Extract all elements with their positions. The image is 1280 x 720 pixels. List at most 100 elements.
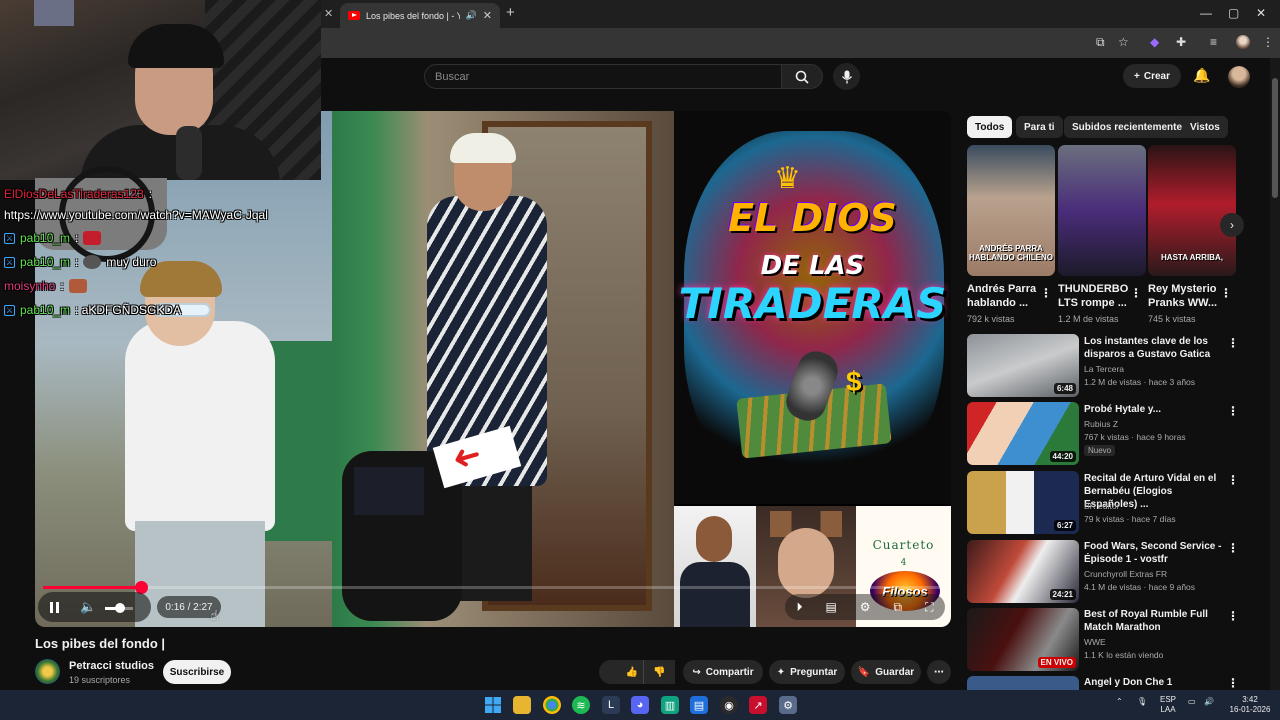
short-thumbnail[interactable]: ANDRÉS PARRA HABLANDO CHILENO: [967, 145, 1055, 276]
red-app-icon[interactable]: ↗: [749, 696, 767, 714]
short-title[interactable]: Andrés Parra hablando ...: [967, 282, 1037, 310]
rec-thumbnail[interactable]: 24:21: [967, 540, 1079, 603]
media-icon[interactable]: ≡: [1210, 35, 1217, 49]
video-player[interactable]: ♛ EL DIOS DE LAS TIRADERAS $ Cuarteto 4 …: [35, 111, 951, 627]
short-title[interactable]: Rey Mysterio Pranks WW...: [1148, 282, 1218, 310]
tab-audio-icon[interactable]: 🔊: [466, 10, 477, 21]
rec-channel[interactable]: BR editor: [1084, 501, 1119, 511]
close-previous-tab-icon[interactable]: ✕: [324, 7, 333, 20]
rec-menu-icon[interactable]: ⋮: [1227, 609, 1239, 623]
short-thumbnail[interactable]: HASTA ARRIBA,: [1148, 145, 1236, 276]
short-title[interactable]: THUNDERBO LTS rompe ...: [1058, 282, 1128, 310]
discord-icon[interactable]: ◕: [631, 696, 649, 714]
page-scrollbar[interactable]: [1270, 58, 1280, 690]
autoplay-toggle-icon[interactable]: ⏵: [796, 600, 802, 615]
file-explorer-icon[interactable]: [513, 696, 531, 714]
short-menu-icon[interactable]: ⋮: [1220, 286, 1232, 300]
chat-text: :: [75, 255, 79, 269]
browser-profile-icon[interactable]: [1236, 35, 1250, 49]
fullscreen-icon[interactable]: ⛶: [925, 600, 933, 615]
clock[interactable]: 3:42 16-01-2026: [1222, 695, 1278, 715]
star-icon[interactable]: ☆: [1118, 35, 1129, 49]
settings-gear-icon[interactable]: ⚙: [860, 600, 871, 614]
rec-channel[interactable]: La Tercera: [1084, 364, 1124, 374]
rec-menu-icon[interactable]: ⋮: [1227, 676, 1239, 690]
rec-thumbnail[interactable]: 44:20: [967, 402, 1079, 465]
language-indicator[interactable]: ESP LAA: [1160, 695, 1176, 715]
rec-title[interactable]: Probé Hytale y...: [1084, 403, 1224, 416]
dislike-button[interactable]: 👎: [643, 660, 675, 684]
search-button[interactable]: [781, 64, 823, 89]
cast-icon[interactable]: ⧉: [1096, 35, 1105, 50]
short-menu-icon[interactable]: ⋮: [1040, 286, 1052, 300]
restore-button[interactable]: ▢: [1228, 6, 1239, 20]
moderator-badge-icon: ⚔: [4, 232, 15, 244]
share-button[interactable]: ↪ Compartir: [683, 660, 763, 684]
rec-thumbnail[interactable]: [967, 676, 1079, 690]
rec-title[interactable]: Food Wars, Second Service - Épisode 1 - …: [1084, 540, 1224, 566]
account-avatar[interactable]: [1228, 66, 1250, 88]
tray-mic-icon[interactable]: 🎙: [1137, 697, 1147, 707]
create-button[interactable]: + Crear: [1123, 64, 1181, 88]
close-tab-icon[interactable]: ✕: [483, 9, 492, 22]
chrome-icon[interactable]: [543, 696, 561, 714]
rec-menu-icon[interactable]: ⋮: [1227, 541, 1239, 555]
audio-app-icon[interactable]: ▥: [661, 696, 679, 714]
browser-tab-youtube[interactable]: Los pibes del fondo | - YouTube 🔊 ✕: [340, 3, 500, 28]
volume-slider[interactable]: [105, 603, 133, 613]
spotify-icon[interactable]: ≋: [572, 696, 590, 714]
rec-menu-icon[interactable]: ⋮: [1227, 336, 1239, 350]
minimize-button[interactable]: —: [1200, 6, 1212, 20]
scrollbar-thumb[interactable]: [1272, 78, 1278, 198]
miniplayer-icon[interactable]: ⧉: [894, 600, 903, 615]
subtitles-icon[interactable]: ▤: [825, 600, 836, 614]
chip-watched[interactable]: Vistos: [1182, 116, 1228, 138]
rec-menu-icon[interactable]: ⋮: [1227, 473, 1239, 487]
channel-name[interactable]: Petracci studios: [69, 660, 154, 672]
notes-app-icon[interactable]: ▤: [690, 696, 708, 714]
voice-search-button[interactable]: [833, 63, 860, 90]
rec-channel[interactable]: WWE: [1084, 637, 1106, 647]
volume-icon[interactable]: 🔈: [80, 599, 96, 615]
rec-thumbnail[interactable]: 6:27: [967, 471, 1079, 534]
more-actions-button[interactable]: ⋯: [927, 660, 951, 684]
extension-icon[interactable]: ◆: [1150, 35, 1159, 49]
short-thumbnail[interactable]: [1058, 145, 1146, 276]
tray-chevron-icon[interactable]: ⌃: [1116, 697, 1123, 707]
tray-volume-icon[interactable]: 🔊: [1204, 697, 1214, 707]
search-input[interactable]: Buscar: [424, 64, 782, 89]
rec-title[interactable]: Angel y Don Che 1: [1084, 676, 1224, 689]
windows-start-icon[interactable]: [484, 696, 502, 714]
rec-menu-icon[interactable]: ⋮: [1227, 404, 1239, 418]
chat-text: https://www.youtube.com/watch?v=MAWyaC-J…: [4, 208, 268, 222]
subscribe-button[interactable]: Suscribirse: [163, 660, 231, 684]
save-button[interactable]: 🔖 Guardar: [851, 660, 921, 684]
close-window-button[interactable]: ✕: [1256, 6, 1266, 20]
rec-thumbnail[interactable]: 6:48: [967, 334, 1079, 397]
rec-title[interactable]: Los instantes clave de los disparos a Gu…: [1084, 335, 1224, 361]
more-icon[interactable]: ⋮: [1262, 35, 1274, 49]
short-menu-icon[interactable]: ⋮: [1130, 286, 1142, 300]
chat-username: ElDiosDeLasTiraderas123: [4, 187, 144, 201]
notifications-bell-icon[interactable]: 🔔: [1193, 67, 1210, 84]
chevron-right-icon[interactable]: ›: [1220, 213, 1244, 237]
rec-channel[interactable]: Rubius Z: [1084, 419, 1118, 429]
new-tab-button[interactable]: +: [506, 4, 515, 21]
obs-icon[interactable]: ◉: [720, 696, 738, 714]
chip-recently-uploaded[interactable]: Subidos recientemente: [1064, 116, 1191, 138]
chip-for-you[interactable]: Para ti: [1016, 116, 1063, 138]
short-caption: ANDRÉS PARRA HABLANDO CHILENO: [969, 244, 1053, 262]
rec-channel[interactable]: Crunchyroll Extras FR: [1084, 569, 1167, 579]
rec-title[interactable]: Best of Royal Rumble Full Match Marathon: [1084, 608, 1224, 634]
network-icon[interactable]: ▭: [1188, 697, 1196, 707]
channel-avatar[interactable]: [35, 659, 60, 684]
ask-button[interactable]: ✦ Preguntar: [769, 660, 845, 684]
chat-message: ElDiosDeLasTiraderas123 :: [4, 187, 152, 201]
progress-bar[interactable]: [43, 581, 943, 594]
pause-button[interactable]: [46, 599, 62, 615]
chip-all[interactable]: Todos: [967, 116, 1013, 138]
league-client-icon[interactable]: L: [602, 696, 620, 714]
settings-app-icon[interactable]: ⚙: [779, 696, 797, 714]
puzzle-icon[interactable]: ✚: [1176, 35, 1186, 49]
rec-thumbnail[interactable]: EN VIVO: [967, 608, 1079, 671]
